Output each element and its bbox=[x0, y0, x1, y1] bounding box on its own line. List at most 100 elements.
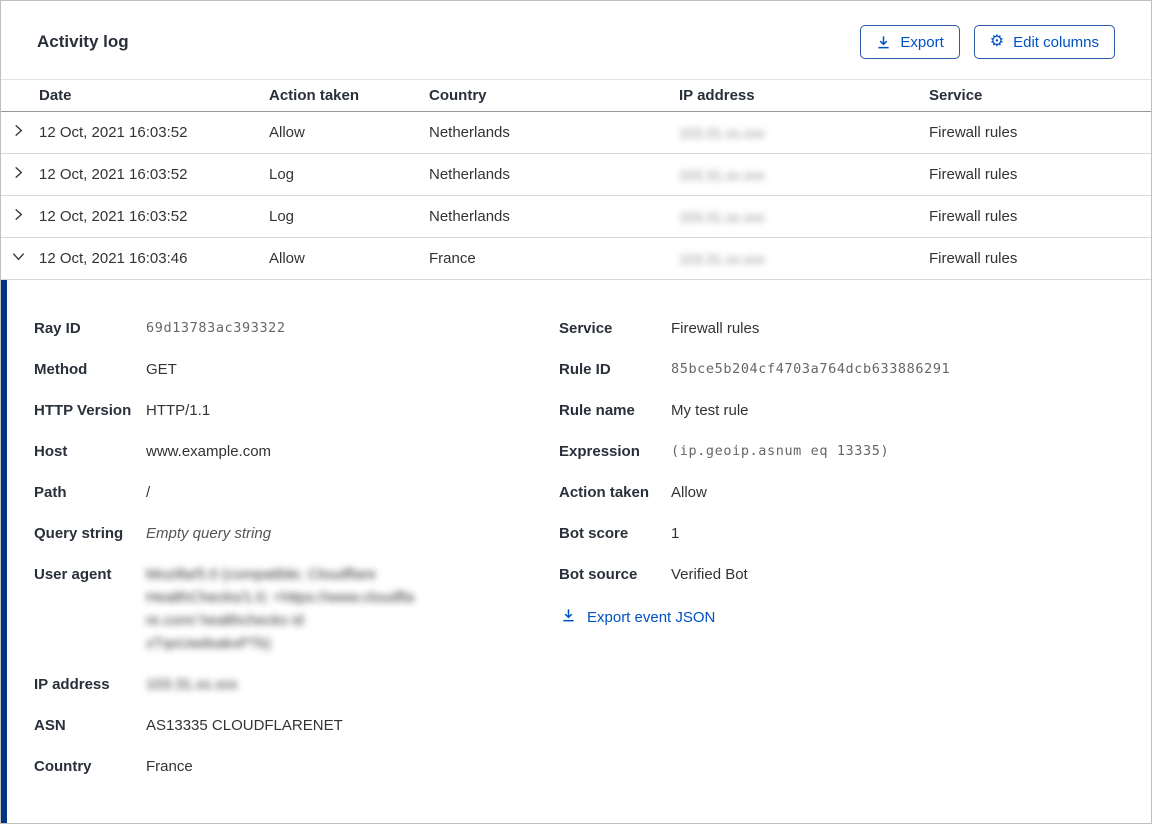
row-expander[interactable] bbox=[1, 165, 39, 184]
event-detail-panel: Ray ID 69d13783ac393322 Method GET HTTP … bbox=[1, 280, 1151, 823]
row-date: 12 Oct, 2021 16:03:46 bbox=[39, 250, 188, 267]
detail-field-row: Bot source Verified Bot bbox=[559, 563, 1121, 586]
export-event-json-label: Export event JSON bbox=[587, 609, 716, 626]
table-header: Date Action taken Country IP address Ser… bbox=[1, 79, 1151, 112]
row-country: Netherlands bbox=[429, 124, 510, 141]
detail-field-label: Path bbox=[34, 484, 67, 501]
detail-field-value: 85bce5b204cf4703a764dcb633886291 bbox=[671, 361, 951, 377]
row-country: Netherlands bbox=[429, 166, 510, 183]
detail-field-label: Rule name bbox=[559, 402, 635, 419]
detail-field-label: Expression bbox=[559, 443, 640, 460]
detail-field-label: Ray ID bbox=[34, 320, 81, 337]
page-title: Activity log bbox=[37, 32, 129, 51]
chevron-right-icon bbox=[11, 123, 26, 142]
row-action-taken: Allow bbox=[269, 124, 305, 141]
table-row[interactable]: 12 Oct, 2021 16:03:52 Log Netherlands 10… bbox=[1, 154, 1151, 196]
detail-field-value: 1 bbox=[671, 525, 680, 542]
detail-field-value: / bbox=[146, 484, 151, 501]
row-date: 12 Oct, 2021 16:03:52 bbox=[39, 166, 188, 183]
column-header-service: Service bbox=[929, 87, 983, 104]
detail-field-row: Host www.example.com bbox=[34, 440, 559, 463]
edit-columns-button[interactable]: ⚙ Edit columns bbox=[973, 25, 1115, 59]
detail-field-row: Country France bbox=[34, 755, 559, 778]
row-action-taken: Log bbox=[269, 208, 295, 225]
activity-log-panel: Activity log Export ⚙ Edit columns Date … bbox=[0, 0, 1152, 824]
detail-field-row: Rule name My test rule bbox=[559, 399, 1121, 422]
download-icon bbox=[561, 608, 576, 627]
detail-field-row: Method GET bbox=[34, 358, 559, 381]
row-action-taken: Allow bbox=[269, 250, 305, 267]
table-row[interactable]: 12 Oct, 2021 16:03:52 Log Netherlands 10… bbox=[1, 196, 1151, 238]
export-button[interactable]: Export bbox=[860, 25, 960, 59]
detail-field-row: Ray ID 69d13783ac393322 bbox=[34, 317, 559, 340]
detail-field-value: (ip.geoip.asnum eq 13335) bbox=[671, 443, 890, 459]
detail-field-value: Firewall rules bbox=[671, 320, 760, 337]
table-body: 12 Oct, 2021 16:03:52 Allow Netherlands … bbox=[1, 112, 1151, 280]
detail-field-row: Action taken Allow bbox=[559, 481, 1121, 504]
detail-field-label: User agent bbox=[34, 566, 112, 583]
detail-field-value: Mozilla/5.0 (compatible; Cloudflare Healt… bbox=[146, 566, 415, 652]
row-service: Firewall rules bbox=[929, 250, 1018, 267]
table-row[interactable]: 12 Oct, 2021 16:03:52 Allow Netherlands … bbox=[1, 112, 1151, 154]
row-ip-address-redacted: 103.31.xx.xxx bbox=[679, 124, 765, 141]
panel-header: Activity log Export ⚙ Edit columns bbox=[1, 1, 1151, 79]
detail-field-row: HTTP Version HTTP/1.1 bbox=[34, 399, 559, 422]
detail-field-row: Path / bbox=[34, 481, 559, 504]
detail-field-label: Method bbox=[34, 361, 88, 378]
detail-field-value: HTTP/1.1 bbox=[146, 402, 211, 419]
export-button-label: Export bbox=[900, 33, 944, 51]
column-header-action-taken: Action taken bbox=[269, 87, 360, 104]
detail-field-value: Empty query string bbox=[146, 525, 272, 542]
chevron-right-icon bbox=[11, 207, 26, 226]
detail-field-value: 69d13783ac393322 bbox=[146, 320, 286, 336]
table-row[interactable]: 12 Oct, 2021 16:03:46 Allow France 103.3… bbox=[1, 238, 1151, 280]
row-expander[interactable] bbox=[1, 123, 39, 142]
detail-field-row: Service Firewall rules bbox=[559, 317, 1121, 340]
detail-left-column: Ray ID 69d13783ac393322 Method GET HTTP … bbox=[34, 317, 559, 796]
detail-field-label: Query string bbox=[34, 525, 124, 542]
row-expander[interactable] bbox=[1, 249, 39, 268]
row-ip-address-redacted: 103.31.xx.xxx bbox=[679, 250, 765, 267]
gear-icon: ⚙ bbox=[989, 33, 1005, 50]
detail-field-row: ASN AS13335 CLOUDFLARENET bbox=[34, 714, 559, 737]
detail-field-row: Query string Empty query string bbox=[34, 522, 559, 545]
activity-table: Date Action taken Country IP address Ser… bbox=[1, 79, 1151, 280]
chevron-right-icon bbox=[11, 165, 26, 184]
detail-field-label: HTTP Version bbox=[34, 402, 132, 419]
toolbar: Export ⚙ Edit columns bbox=[860, 25, 1115, 59]
row-service: Firewall rules bbox=[929, 166, 1018, 183]
detail-field-label: Rule ID bbox=[559, 361, 611, 378]
edit-columns-button-label: Edit columns bbox=[1013, 33, 1099, 51]
chevron-down-icon bbox=[11, 249, 26, 268]
detail-field-value: www.example.com bbox=[146, 443, 272, 460]
detail-field-label: Country bbox=[34, 758, 92, 775]
row-date: 12 Oct, 2021 16:03:52 bbox=[39, 208, 188, 225]
detail-field-row: IP address 103.31.xx.xxx bbox=[34, 673, 559, 696]
detail-field-label: IP address bbox=[34, 676, 110, 693]
row-country: Netherlands bbox=[429, 208, 510, 225]
row-expander[interactable] bbox=[1, 207, 39, 226]
detail-field-value: 103.31.xx.xxx bbox=[146, 676, 238, 693]
detail-field-label: Bot score bbox=[559, 525, 629, 542]
detail-field-label: Bot source bbox=[559, 566, 638, 583]
row-action-taken: Log bbox=[269, 166, 295, 183]
column-header-ip-address: IP address bbox=[679, 87, 755, 104]
detail-field-row: User agent Mozilla/5.0 (compatible; Clou… bbox=[34, 563, 559, 655]
detail-field-label: Service bbox=[559, 320, 613, 337]
detail-field-label: Action taken bbox=[559, 484, 650, 501]
detail-field-value: France bbox=[146, 758, 193, 775]
column-header-date: Date bbox=[39, 87, 72, 104]
detail-field-value: Verified Bot bbox=[671, 566, 748, 583]
row-ip-address-redacted: 103.31.xx.xxx bbox=[679, 166, 765, 183]
download-icon bbox=[876, 35, 891, 50]
detail-field-row: Bot score 1 bbox=[559, 522, 1121, 545]
export-event-json-link[interactable]: Export event JSON bbox=[561, 608, 715, 627]
row-country: France bbox=[429, 250, 476, 267]
row-service: Firewall rules bbox=[929, 124, 1018, 141]
row-date: 12 Oct, 2021 16:03:52 bbox=[39, 124, 188, 141]
column-header-country: Country bbox=[429, 87, 487, 104]
row-service: Firewall rules bbox=[929, 208, 1018, 225]
detail-field-label: ASN bbox=[34, 717, 66, 734]
detail-field-value: AS13335 CLOUDFLARENET bbox=[146, 717, 343, 734]
detail-field-row: Rule ID 85bce5b204cf4703a764dcb633886291 bbox=[559, 358, 1121, 381]
